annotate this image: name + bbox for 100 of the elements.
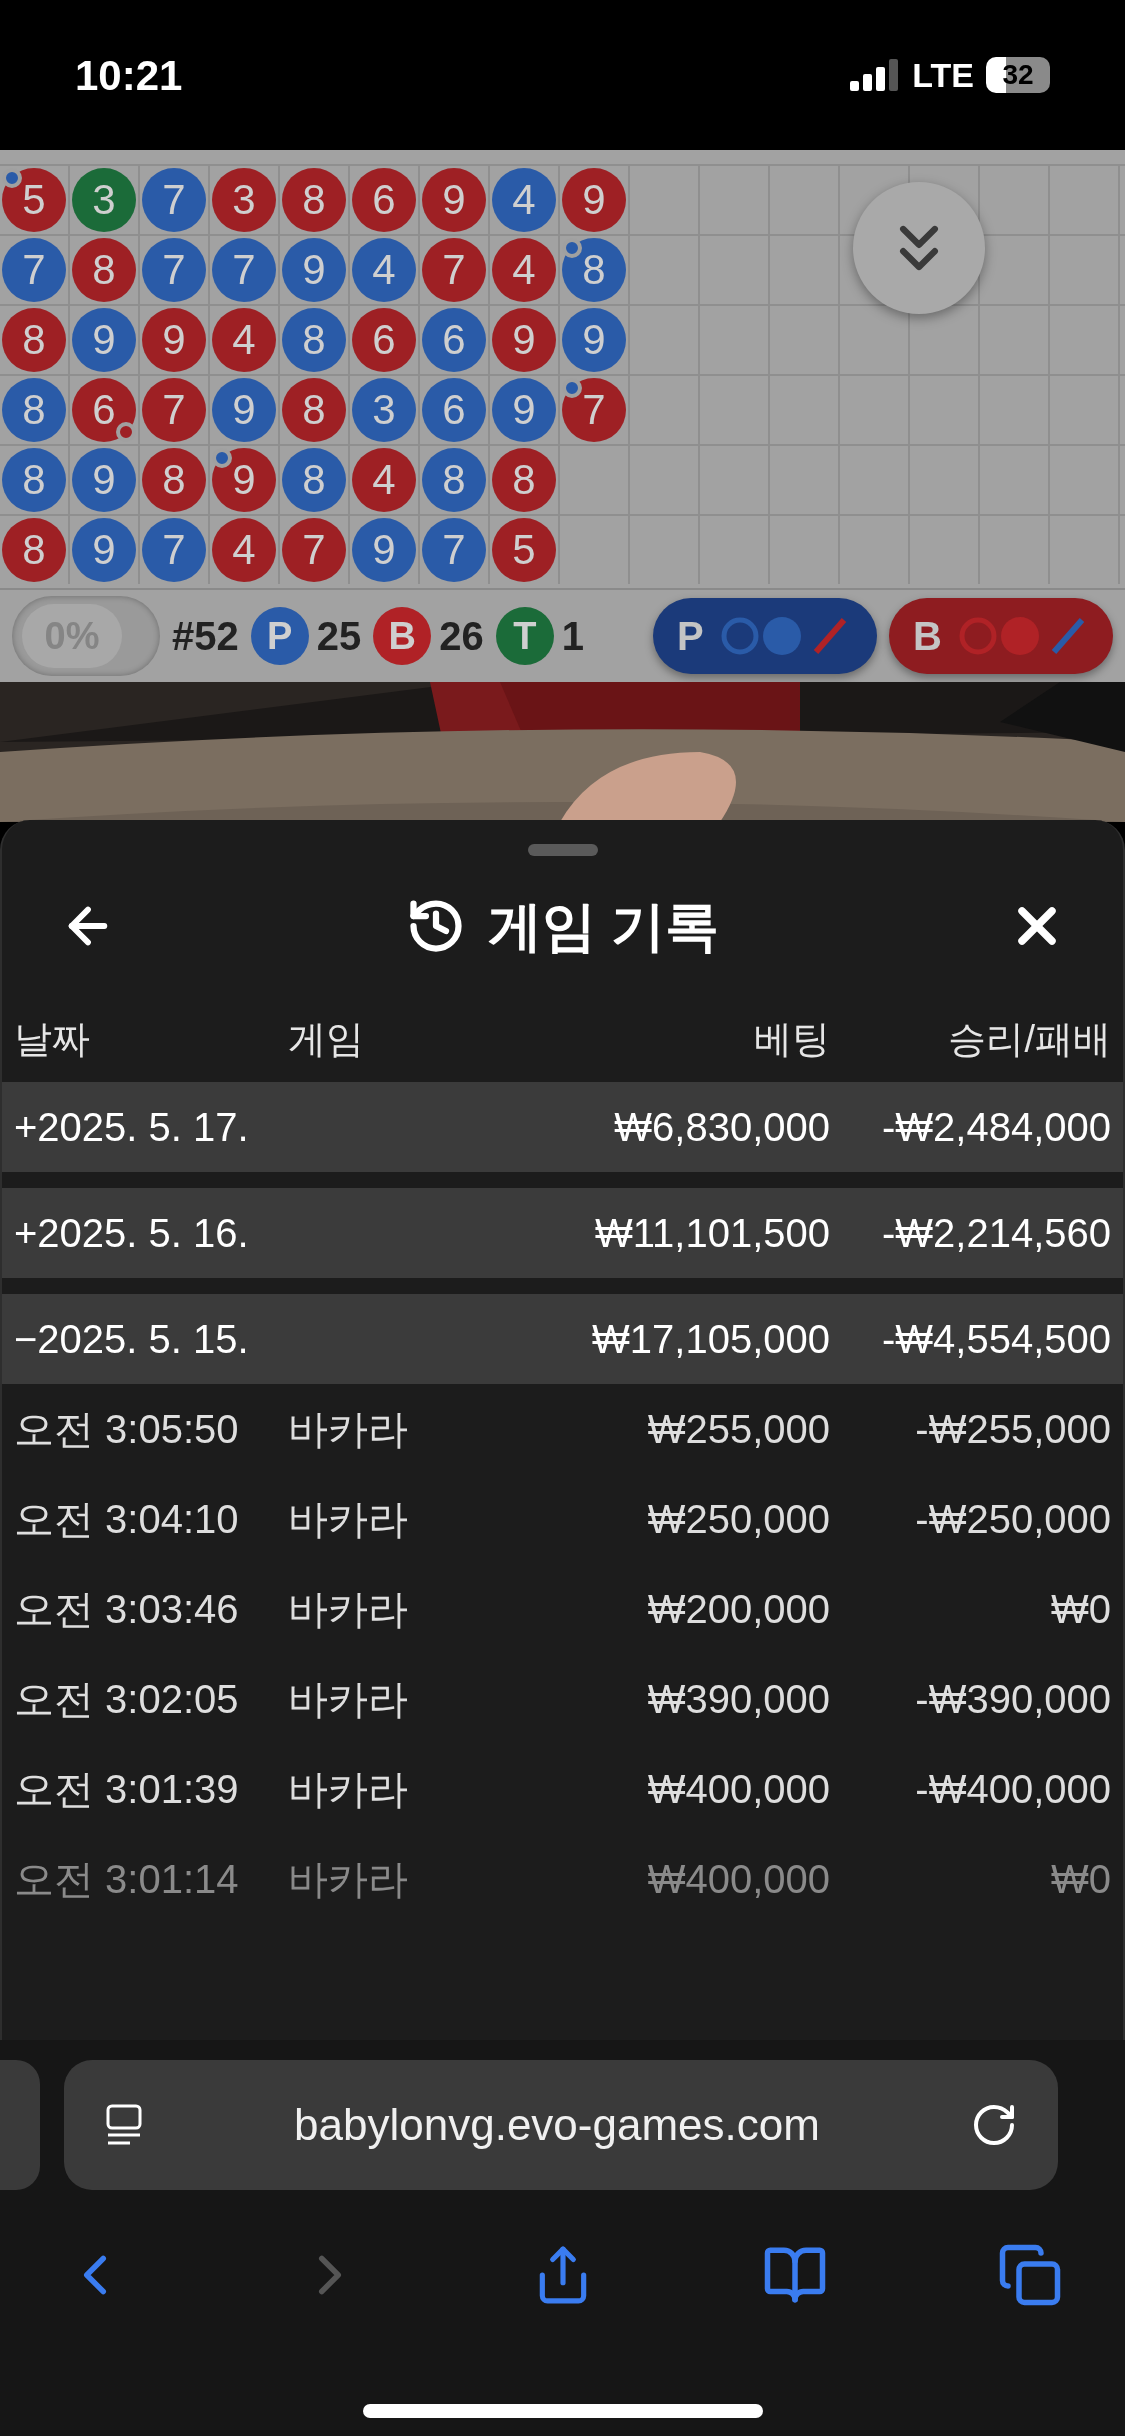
- result-cell-text: -₩390,000: [914, 1676, 1111, 1723]
- clock: 10:21: [75, 50, 183, 101]
- bead: 3: [212, 168, 276, 232]
- bead: 3: [352, 378, 416, 442]
- bead: 7: [562, 378, 626, 442]
- bead: 7: [142, 518, 206, 582]
- game-cell-text: 바카라: [288, 1856, 409, 1903]
- bet-cell-text: ₩6,830,000: [613, 1104, 830, 1151]
- time-cell-text: 오전 3:05:50: [14, 1406, 240, 1453]
- bet-cell-text: ₩255,000: [646, 1406, 830, 1453]
- bead: 9: [492, 378, 556, 442]
- network-label: LTE: [912, 54, 974, 96]
- bet-cell-text: ₩17,105,000: [591, 1316, 830, 1363]
- outcome-count: 26: [439, 613, 484, 660]
- bead: 6: [352, 308, 416, 372]
- round-number: #52: [172, 613, 239, 660]
- bead: 9: [142, 308, 206, 372]
- time-cell-text: 오전 3:02:05: [14, 1676, 240, 1723]
- bead: 8: [2, 308, 66, 372]
- outcome-badge: P: [250, 607, 309, 665]
- bead: 8: [282, 168, 346, 232]
- result-cell-text: -₩2,214,560: [880, 1210, 1111, 1257]
- predict-button[interactable]: B: [889, 598, 1113, 674]
- outcome-badge: B: [373, 607, 432, 665]
- time-cell-text: 오전 3:04:10: [14, 1496, 240, 1543]
- bet-cell-text: ₩200,000: [646, 1586, 830, 1633]
- result-cell-text: -₩4,554,500: [880, 1316, 1111, 1363]
- address-bar[interactable]: babylonvg.evo-games.com: [64, 2060, 1058, 2190]
- bead: 9: [212, 378, 276, 442]
- bead: 8: [282, 378, 346, 442]
- bead: 8: [562, 238, 626, 302]
- date-group-row[interactable]: −2025. 5. 15. ₩17,105,000 -₩4,554,500: [2, 1294, 1123, 1384]
- drag-handle[interactable]: [527, 844, 598, 856]
- collapse-button[interactable]: [853, 182, 985, 314]
- outcome-count: 1: [561, 613, 584, 660]
- bet-cell-text: ₩400,000: [646, 1766, 830, 1813]
- bead: 8: [72, 238, 136, 302]
- bet-cell-text: ₩390,000: [646, 1676, 830, 1723]
- bead: 6: [422, 378, 486, 442]
- bead: 8: [142, 448, 206, 512]
- date-cell-text: +2025. 5. 16.: [14, 1210, 250, 1257]
- bead: 3: [72, 168, 136, 232]
- column-header: 날짜: [14, 1016, 91, 1062]
- bead: 4: [492, 238, 556, 302]
- bead: 9: [212, 448, 276, 512]
- bead: 4: [352, 238, 416, 302]
- signal-icon: [850, 59, 901, 91]
- result-cell-text: -₩400,000: [914, 1766, 1111, 1813]
- bead: 7: [212, 238, 276, 302]
- bet-cell-text: ₩250,000: [646, 1496, 830, 1543]
- result-cell-text: -₩250,000: [914, 1496, 1111, 1543]
- bead: 6: [72, 378, 136, 442]
- predict-button[interactable]: P: [653, 598, 877, 674]
- bead: 4: [352, 448, 416, 512]
- bead: 7: [422, 518, 486, 582]
- bead: 7: [142, 168, 206, 232]
- bead: 8: [282, 448, 346, 512]
- bead: 9: [352, 518, 416, 582]
- bead: 8: [2, 518, 66, 582]
- bet-cell-text: ₩11,101,500: [594, 1210, 830, 1257]
- bead: 4: [212, 308, 276, 372]
- tabs-icon[interactable]: [997, 2242, 1063, 2308]
- bead: 8: [2, 378, 66, 442]
- bead: 7: [142, 238, 206, 302]
- result-cell-text: -₩255,000: [914, 1406, 1111, 1453]
- bead: 6: [352, 168, 416, 232]
- date-group-row[interactable]: +2025. 5. 17. ₩6,830,000 -₩2,484,000: [2, 1082, 1123, 1172]
- bead: 8: [2, 448, 66, 512]
- bead: 9: [492, 308, 556, 372]
- bead: 8: [492, 448, 556, 512]
- bead: 5: [2, 168, 66, 232]
- result-cell-text: ₩0: [1050, 1856, 1111, 1903]
- time-cell-text: 오전 3:03:46: [14, 1586, 240, 1633]
- bead: 5: [492, 518, 556, 582]
- date-group-row[interactable]: +2025. 5. 16. ₩11,101,500 -₩2,214,560: [2, 1188, 1123, 1278]
- bead: 9: [72, 518, 136, 582]
- reader-icon: [104, 2103, 144, 2147]
- game-cell-text: 바카라: [288, 1406, 409, 1453]
- url-text: babylonvg.evo-games.com: [293, 2099, 821, 2151]
- bead: 4: [212, 518, 276, 582]
- game-cell-text: 바카라: [288, 1766, 409, 1813]
- bead: 4: [492, 168, 556, 232]
- bet-cell-text: ₩400,000: [646, 1856, 830, 1903]
- bead: 9: [562, 168, 626, 232]
- bead: 8: [282, 308, 346, 372]
- bead: 7: [142, 378, 206, 442]
- bead: 9: [72, 448, 136, 512]
- bead: 9: [72, 308, 136, 372]
- game-cell-text: 바카라: [288, 1586, 409, 1633]
- game-cell-text: 바카라: [288, 1496, 409, 1543]
- time-cell-text: 오전 3:01:39: [14, 1766, 240, 1813]
- bead: 7: [282, 518, 346, 582]
- bead: 9: [282, 238, 346, 302]
- date-cell-text: +2025. 5. 17.: [14, 1104, 250, 1151]
- time-cell-text: 오전 3:01:14: [14, 1856, 240, 1903]
- outcome-badge: T: [495, 607, 554, 665]
- bead: 7: [2, 238, 66, 302]
- bead: 6: [422, 308, 486, 372]
- result-cell-text: ₩0: [1050, 1586, 1111, 1633]
- column-header: 베팅: [753, 1016, 830, 1062]
